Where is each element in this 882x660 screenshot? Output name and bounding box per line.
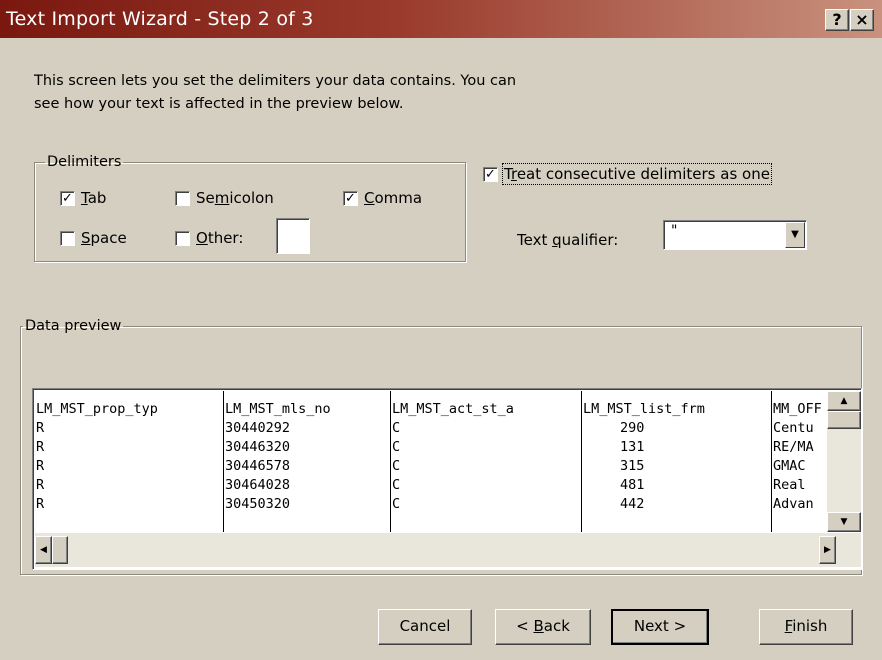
horizontal-scroll-thumb[interactable]: [52, 536, 68, 564]
text-qualifier-value: ": [671, 223, 678, 239]
preview-cell: 442: [620, 496, 645, 512]
checkmark-icon: ✓: [60, 190, 75, 206]
data-preview-legend: Data preview: [25, 318, 122, 334]
text-qualifier-select[interactable]: " ▼: [663, 220, 807, 250]
preview-cell: C: [392, 458, 401, 474]
other-checkbox[interactable]: Other:: [175, 229, 243, 247]
preview-column[interactable]: LM_MST_list_frm 290 131 315 481 442: [582, 391, 772, 532]
preview-cell: R: [36, 439, 45, 455]
column-header: LM_MST_act_st_a: [392, 401, 514, 417]
back-button[interactable]: < Back: [495, 609, 591, 645]
preview-cell: C: [392, 439, 401, 455]
preview-cell: R: [36, 477, 45, 493]
preview-cell: C: [392, 420, 401, 436]
horizontal-scrollbar[interactable]: ◀ ▶: [35, 533, 861, 567]
preview-cell: RE/MA: [773, 439, 814, 455]
preview-column[interactable]: LM_MST_prop_typ R R R R R: [35, 391, 224, 532]
consecutive-delimiters-label: Treat consecutive delimiters as one: [502, 163, 772, 185]
column-header: LM_MST_mls_no: [225, 401, 331, 417]
vertical-scroll-thumb[interactable]: [827, 411, 861, 429]
checkmark-icon: ✓: [343, 190, 358, 206]
comma-label: Comma: [364, 189, 423, 207]
scroll-up-arrow-icon[interactable]: ▲: [827, 391, 861, 411]
intro-line-2: see how your text is affected in the pre…: [34, 96, 404, 112]
intro-line-1: This screen lets you set the delimiters …: [34, 73, 517, 89]
column-header: LM_MST_prop_typ: [36, 401, 158, 417]
preview-cell: Advan: [773, 496, 814, 512]
consecutive-delimiters-checkbox[interactable]: ✓ Treat consecutive delimiters as one: [483, 163, 772, 185]
column-header: MM_OFF: [773, 401, 822, 417]
intro-text: This screen lets you set the delimiters …: [34, 70, 516, 116]
space-checkbox[interactable]: Space: [60, 229, 127, 247]
tab-label: Tab: [81, 189, 107, 207]
next-button[interactable]: Next >: [611, 609, 709, 645]
preview-cell: 30446320: [225, 439, 291, 455]
preview-cell: R: [36, 420, 45, 436]
preview-column[interactable]: MM_OFF Centu RE/MA GMAC Real Advan: [772, 391, 825, 532]
scroll-left-arrow-icon[interactable]: ◀: [35, 536, 52, 564]
cancel-button[interactable]: Cancel: [378, 609, 472, 645]
checkmark-icon: ✓: [483, 166, 498, 182]
preview-cell: 481: [620, 477, 645, 493]
preview-cell: R: [36, 458, 45, 474]
text-qualifier-label: Text qualifier:: [517, 231, 619, 249]
space-label: Space: [81, 229, 127, 247]
preview-cell: 30446578: [225, 458, 291, 474]
preview-cell: 290: [620, 420, 645, 436]
preview-cell: 131: [620, 439, 645, 455]
preview-cell: 30464028: [225, 477, 291, 493]
preview-cell: C: [392, 477, 401, 493]
dropdown-arrow-icon[interactable]: ▼: [785, 222, 805, 248]
scroll-right-arrow-icon[interactable]: ▶: [819, 536, 836, 564]
other-delimiter-input[interactable]: [276, 218, 310, 254]
checkbox-empty-icon: [175, 230, 190, 246]
checkbox-empty-icon: [60, 230, 75, 246]
preview-cell: GMAC: [773, 458, 806, 474]
other-label: Other:: [196, 229, 244, 247]
semicolon-checkbox[interactable]: Semicolon: [175, 189, 274, 207]
title-bar: Text Import Wizard - Step 2 of 3 ? ×: [0, 0, 882, 38]
close-button[interactable]: ×: [850, 9, 874, 31]
checkbox-empty-icon: [175, 190, 190, 206]
preview-cell: Real: [773, 477, 806, 493]
delimiters-legend: Delimiters: [47, 154, 122, 170]
preview-column[interactable]: LM_MST_act_st_a C C C C C: [391, 391, 582, 532]
preview-cell: 315: [620, 458, 645, 474]
preview-cell: 30450320: [225, 496, 291, 512]
preview-column[interactable]: LM_MST_mls_no 30440292 30446320 30446578…: [224, 391, 391, 532]
preview-cell: R: [36, 496, 45, 512]
help-button[interactable]: ?: [825, 9, 849, 31]
column-header: LM_MST_list_frm: [583, 401, 705, 417]
preview-grid: LM_MST_prop_typ R R R R R LM_MST_mls_no …: [35, 391, 825, 532]
preview-cell: Centu: [773, 420, 814, 436]
data-preview[interactable]: LM_MST_prop_typ R R R R R LM_MST_mls_no …: [32, 388, 862, 570]
window-title: Text Import Wizard - Step 2 of 3: [6, 8, 314, 30]
preview-cell: 30440292: [225, 420, 291, 436]
vertical-scrollbar[interactable]: ▲ ▼: [827, 391, 861, 532]
finish-button[interactable]: Finish: [759, 609, 853, 645]
preview-cell: C: [392, 496, 401, 512]
tab-checkbox[interactable]: ✓ Tab: [60, 189, 106, 207]
semicolon-label: Semicolon: [196, 189, 274, 207]
comma-checkbox[interactable]: ✓ Comma: [343, 189, 422, 207]
scroll-down-arrow-icon[interactable]: ▼: [827, 512, 861, 532]
